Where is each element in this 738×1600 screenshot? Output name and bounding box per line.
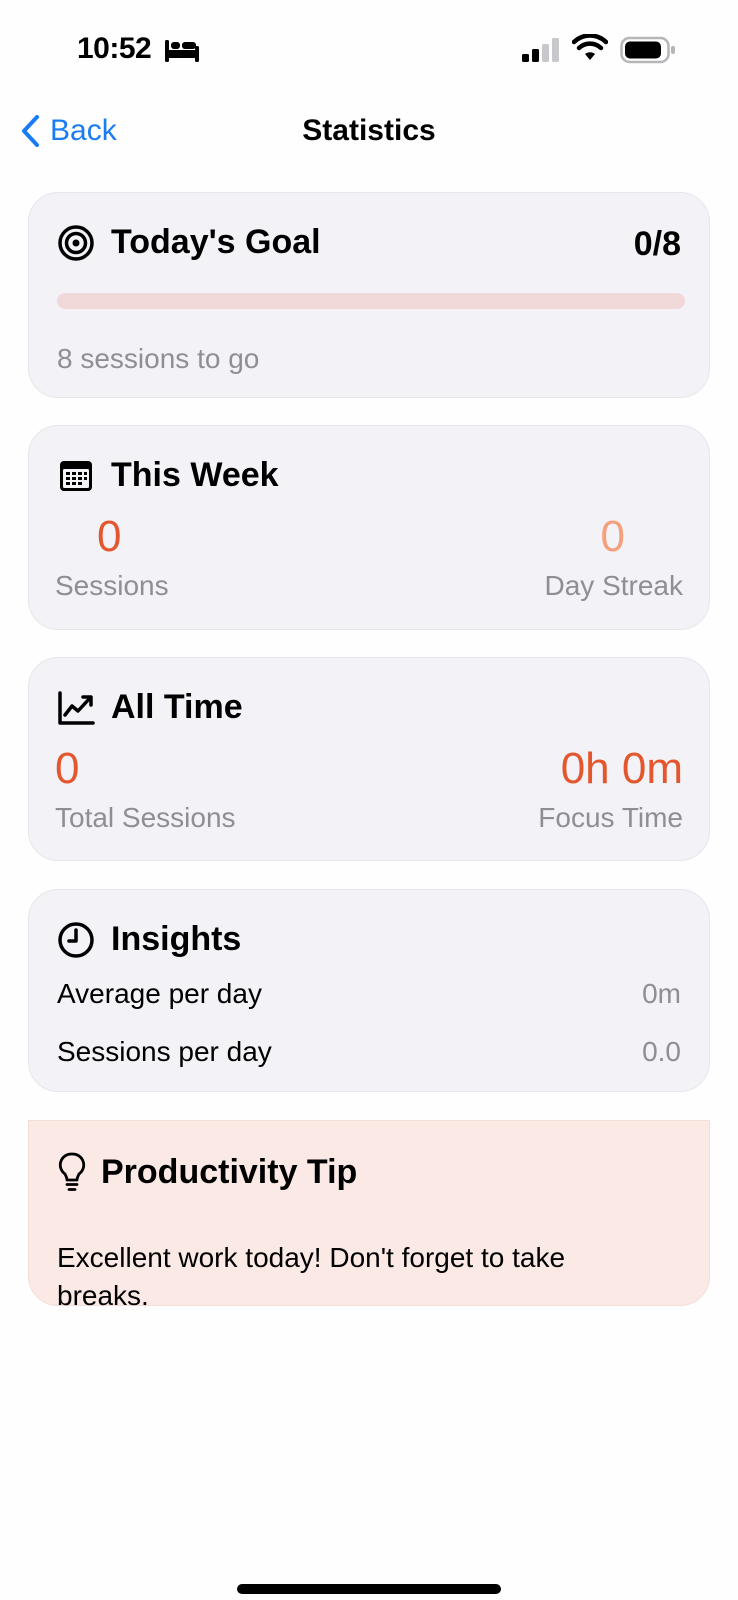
- sessions-per-day-label: Sessions per day: [57, 1036, 272, 1067]
- day-streak-value: 0: [600, 512, 625, 561]
- page-title: Statistics: [302, 114, 436, 147]
- this-week-card: This Week 0 Sessions 0 Day Streak: [28, 425, 710, 630]
- target-icon: [58, 224, 94, 261]
- total-sessions-label: Total Sessions: [55, 802, 236, 833]
- todays-goal-title: Today's Goal: [111, 223, 321, 261]
- productivity-tip-card: Productivity Tip Excellent work today! D…: [28, 1120, 710, 1311]
- tip-text: Excellent work today! Don't forget to ta…: [57, 1242, 566, 1311]
- calendar-icon: [60, 460, 92, 491]
- status-time: 10:52: [77, 32, 152, 65]
- average-per-day-value: 0m: [642, 978, 681, 1009]
- goal-remaining-text: 8 sessions to go: [57, 343, 260, 374]
- all-time-header: All Time: [57, 688, 243, 727]
- goal-progress-bar: [57, 293, 685, 309]
- insights-header: Insights: [57, 920, 241, 959]
- total-sessions-value: 0: [55, 744, 80, 793]
- tip-title: Productivity Tip: [101, 1152, 358, 1191]
- lightbulb-icon: [58, 1152, 86, 1191]
- goal-count: 0/8: [633, 225, 681, 263]
- sleep-focus-icon: [165, 40, 199, 62]
- status-bar: 10:52: [0, 0, 738, 100]
- insight-row-average: Average per day 0m: [57, 978, 681, 1010]
- all-time-title: All Time: [111, 688, 243, 726]
- week-sessions-label: Sessions: [55, 570, 169, 601]
- insights-title: Insights: [111, 920, 242, 958]
- week-sessions-value: 0: [97, 512, 122, 561]
- wifi-icon: [572, 34, 608, 60]
- focus-time-label: Focus Time: [538, 802, 683, 833]
- cellular-signal-icon: [522, 38, 559, 62]
- insight-row-sessions: Sessions per day 0.0: [57, 1036, 681, 1068]
- insights-card: Insights Average per day 0m Sessions per…: [28, 889, 710, 1092]
- todays-goal-card: Today's Goal 0/8 8 sessions to go: [28, 192, 710, 398]
- sessions-per-day-value: 0.0: [642, 1036, 681, 1067]
- battery-icon: [620, 36, 675, 64]
- home-indicator: [237, 1584, 501, 1594]
- average-per-day-label: Average per day: [57, 978, 262, 1009]
- all-time-card: All Time 0 Total Sessions 0h 0m Focus Ti…: [28, 657, 710, 861]
- this-week-header: This Week: [57, 456, 279, 495]
- day-streak-label: Day Streak: [544, 570, 684, 601]
- this-week-title: This Week: [111, 456, 279, 494]
- chart-trend-icon: [58, 690, 95, 725]
- navigation-bar: Back Statistics: [0, 100, 738, 164]
- tip-header: Productivity Tip: [57, 1151, 357, 1193]
- todays-goal-header: Today's Goal: [57, 223, 321, 262]
- focus-time-value: 0h 0m: [560, 744, 683, 793]
- clock-icon: [58, 921, 94, 958]
